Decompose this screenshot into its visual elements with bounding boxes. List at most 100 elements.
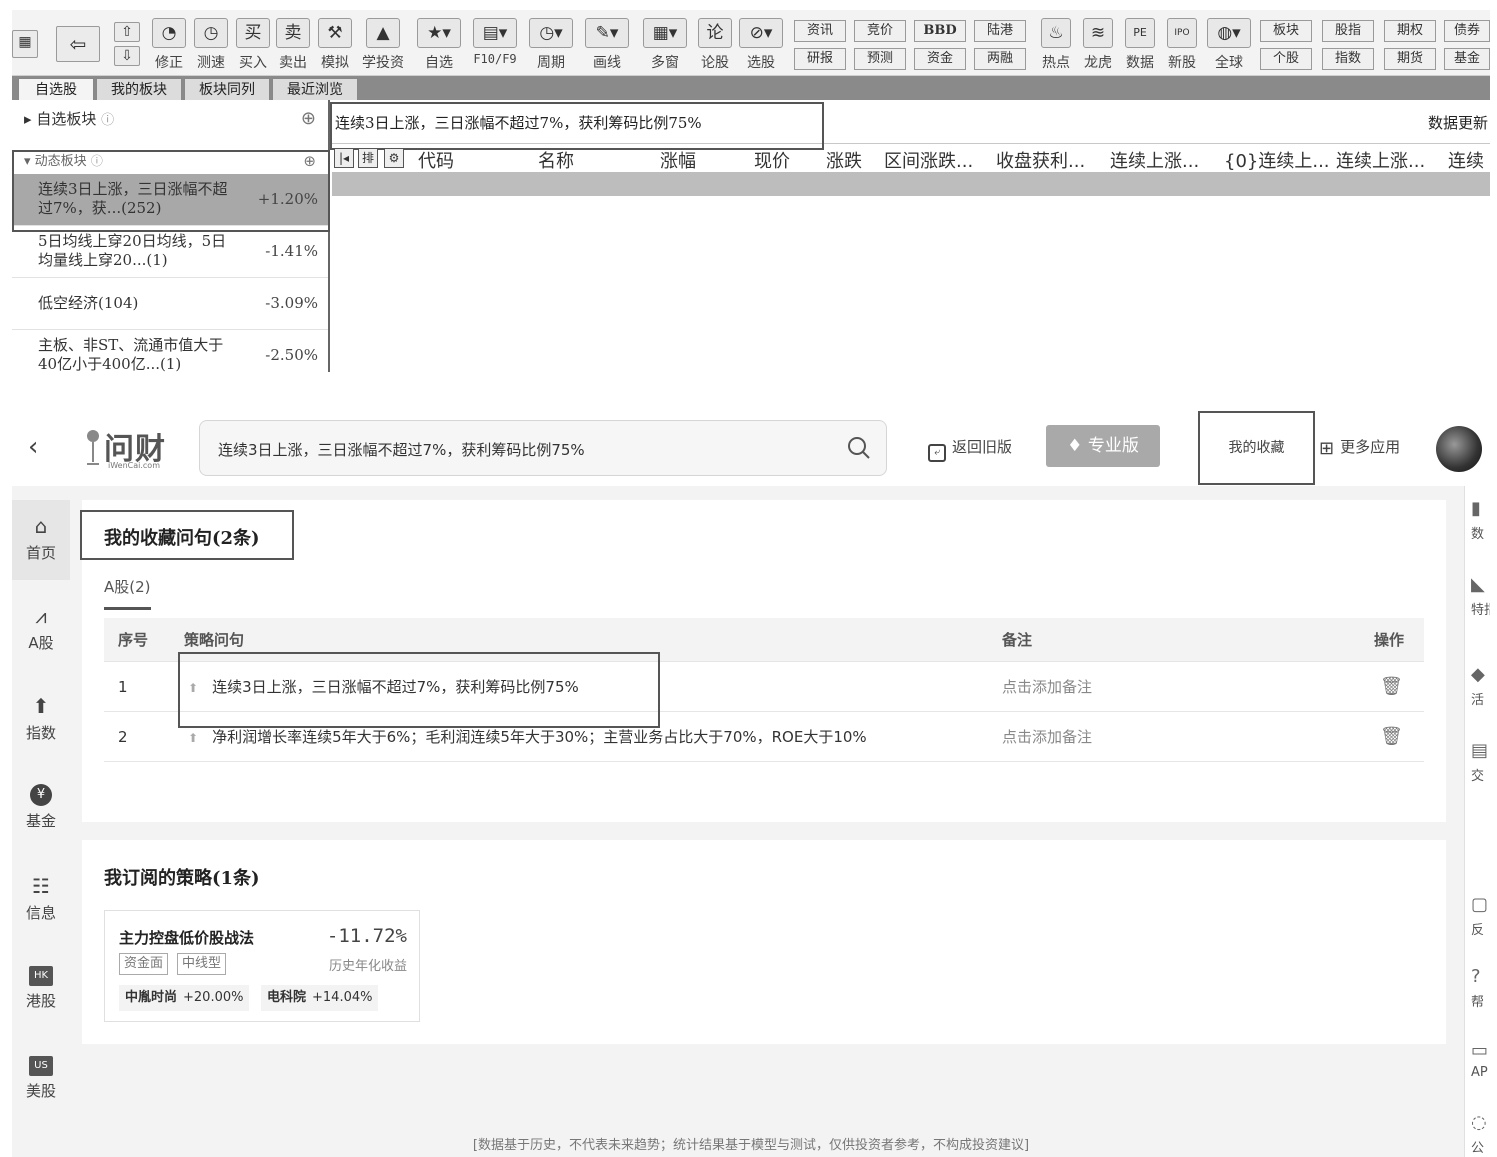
period-button[interactable]: ◷▾ 周期 [528,18,574,74]
individual-stock-button[interactable]: 个股 [1260,48,1312,70]
sell-button[interactable]: 卖 卖出 [274,18,312,74]
sector-item[interactable]: 低空经济(104) -3.09% [12,278,328,330]
learn-invest-button[interactable]: ▲ 学投资 [360,18,406,74]
news-button[interactable]: 资讯 [794,20,846,42]
futures-button[interactable]: 期货 [1384,48,1436,70]
side-nav: ⌂ 首页 ⩘ A股 ⬆ 指数 ¥ 基金 ☷ 信息 HK 港股 US 美股 [12,500,70,1130]
nav-hk-stocks[interactable]: HK 港股 [12,950,70,1030]
ipo-button[interactable]: IPO 新股 [1162,18,1202,74]
nav-home[interactable]: ⌂ 首页 [12,500,70,580]
up-arrow-icon[interactable]: ⇧ [114,22,140,42]
down-arrow-icon[interactable]: ⇩ [114,46,140,66]
us-icon: US [29,1056,53,1076]
strategy-card[interactable]: 主力控盘低价股战法 -11.72% 资金面 中线型 历史年化收益 中胤时尚 +20… [104,910,420,1022]
clock-icon: ◷ [194,18,228,48]
options-button[interactable]: 期权 [1384,20,1436,42]
discuss-button[interactable]: 论 论股 [696,18,734,74]
rail-item[interactable]: ▮ 数 [1471,498,1484,542]
capital-button[interactable]: 资金 [914,48,966,70]
rail-item[interactable]: ▤ 交 [1471,740,1488,784]
tab-a-shares[interactable]: A股(2) [104,576,151,610]
sort-icon[interactable]: 排 [358,148,378,168]
layout-icon[interactable]: ▦ [12,30,38,58]
margin-button[interactable]: 两融 [974,48,1026,70]
research-button[interactable]: 研报 [794,48,846,70]
hk-connect-button[interactable]: 陆港 [974,20,1026,42]
search-icon[interactable] [846,435,872,461]
nav-us-stocks[interactable]: US 美股 [12,1040,70,1120]
avatar[interactable] [1436,426,1482,472]
diamond-icon: ♦ [1067,436,1083,456]
column-header[interactable]: 名称 [538,147,574,173]
correct-button[interactable]: ◔ 修正 [150,18,188,74]
add-remark-link[interactable]: 点击添加备注 [1002,712,1092,762]
nav-funds[interactable]: ¥ 基金 [12,770,70,850]
nav-index[interactable]: ⬆ 指数 [12,680,70,760]
rail-item[interactable]: ? 帮 [1471,966,1484,1010]
buy-button[interactable]: 买 买入 [234,18,272,74]
tab-watchlist[interactable]: 自选股 [18,78,94,100]
nav-a-shares[interactable]: ⩘ A股 [12,590,70,670]
auction-button[interactable]: 竞价 [854,20,906,42]
funds-button[interactable]: 基金 [1444,48,1490,70]
rail-item[interactable]: ▭ AP [1471,1040,1488,1080]
tab-sector-peers[interactable]: 板块同列 [184,78,270,100]
global-button[interactable]: ◍▾ 全球 [1206,18,1252,74]
search-input[interactable]: 连续3日上涨，三日涨幅不超过7%，获利筹码比例75% [199,420,887,476]
sector-item[interactable]: 5日均线上穿20日均线，5日均量线上穿20...(1) -1.41% [12,226,328,278]
special-icon: ◣ [1471,574,1485,595]
column-header[interactable]: 连续上涨... [1110,147,1199,173]
rail-item[interactable]: ◆ 活 [1471,664,1485,708]
bbd-button[interactable]: BBD [914,20,966,42]
column-header[interactable]: 区间涨跌... [884,147,973,173]
back-arrow-icon[interactable]: ‹ [28,432,38,462]
column-header[interactable]: 连续 [1448,147,1484,173]
first-page-icon[interactable]: |◂ [334,148,354,168]
column-header[interactable]: 涨幅 [660,147,696,173]
delete-icon[interactable]: 🗑 [1380,662,1403,712]
column-header[interactable]: 代码 [418,147,454,173]
my-favorites-button[interactable]: 我的收藏 [1198,411,1315,485]
add-remark-link[interactable]: 点击添加备注 [1002,662,1092,712]
column-header[interactable]: {0}连续上... [1224,147,1330,173]
nav-info[interactable]: ☷ 信息 [12,860,70,940]
watchlist-button[interactable]: ★▾ 自选 [416,18,462,74]
data-button[interactable]: PE 数据 [1120,18,1160,74]
column-header[interactable]: 收盘获利... [996,147,1085,173]
tab-recent[interactable]: 最近浏览 [272,78,358,100]
sector-item[interactable]: 主板、非ST、流通市值大于40亿小于400亿...(1) -2.50% [12,330,328,372]
back-to-old-version-button[interactable]: ⤶ 返回旧版 [928,436,1012,462]
column-header[interactable]: 涨跌 [826,147,862,173]
more-apps-button[interactable]: ⊞ 更多应用 [1319,436,1400,459]
add-sector-icon[interactable]: ⊕ [301,104,316,134]
sector-button[interactable]: 板块 [1260,20,1312,42]
buy-icon: 买 [236,18,270,48]
rail-item[interactable]: ◣特指 [1471,574,1490,618]
rail-item[interactable]: ▢ 反 [1471,894,1488,938]
strategy-stock[interactable]: 电科院 +14.04% [261,985,379,1011]
rail-item[interactable]: ◌ 公 [1471,1112,1487,1156]
f10-button[interactable]: ▤▾ F10/F9 [470,18,520,74]
stock-index-button[interactable]: 股指 [1322,20,1374,42]
index-button[interactable]: 指数 [1322,48,1374,70]
bonds-button[interactable]: 债券 [1444,20,1490,42]
multi-window-button[interactable]: ▦▾ 多窗 [642,18,688,74]
settings-gear-icon[interactable]: ⚙ [384,148,404,168]
speed-test-button[interactable]: ◷ 测速 [192,18,230,74]
column-header[interactable]: 现价 [754,147,790,173]
draw-line-button[interactable]: ✎▾ 画线 [584,18,630,74]
pro-version-button[interactable]: ♦ 专业版 [1046,425,1160,467]
column-header[interactable]: 连续上涨... [1336,147,1425,173]
top-tab-bar: 自选股 我的板块 板块同列 最近浏览 [12,76,1490,100]
forecast-button[interactable]: 预测 [854,48,906,70]
delete-icon[interactable]: 🗑 [1380,712,1403,762]
stock-picker-button[interactable]: ⊘▾ 选股 [738,18,784,74]
custom-sector-header[interactable]: ▸ 自选板块 ⓘ ⊕ [12,104,328,134]
simulate-button[interactable]: ⚒ 模拟 [316,18,354,74]
dragon-tiger-button[interactable]: ≋ 龙虎 [1078,18,1118,74]
back-arrow-icon[interactable]: ⇦ [56,26,100,62]
tab-my-sectors[interactable]: 我的板块 [96,78,182,100]
strategy-stock[interactable]: 中胤时尚 +20.00% [119,985,250,1011]
help-icon[interactable]: ⓘ [101,113,114,128]
hot-button[interactable]: ♨ 热点 [1036,18,1076,74]
